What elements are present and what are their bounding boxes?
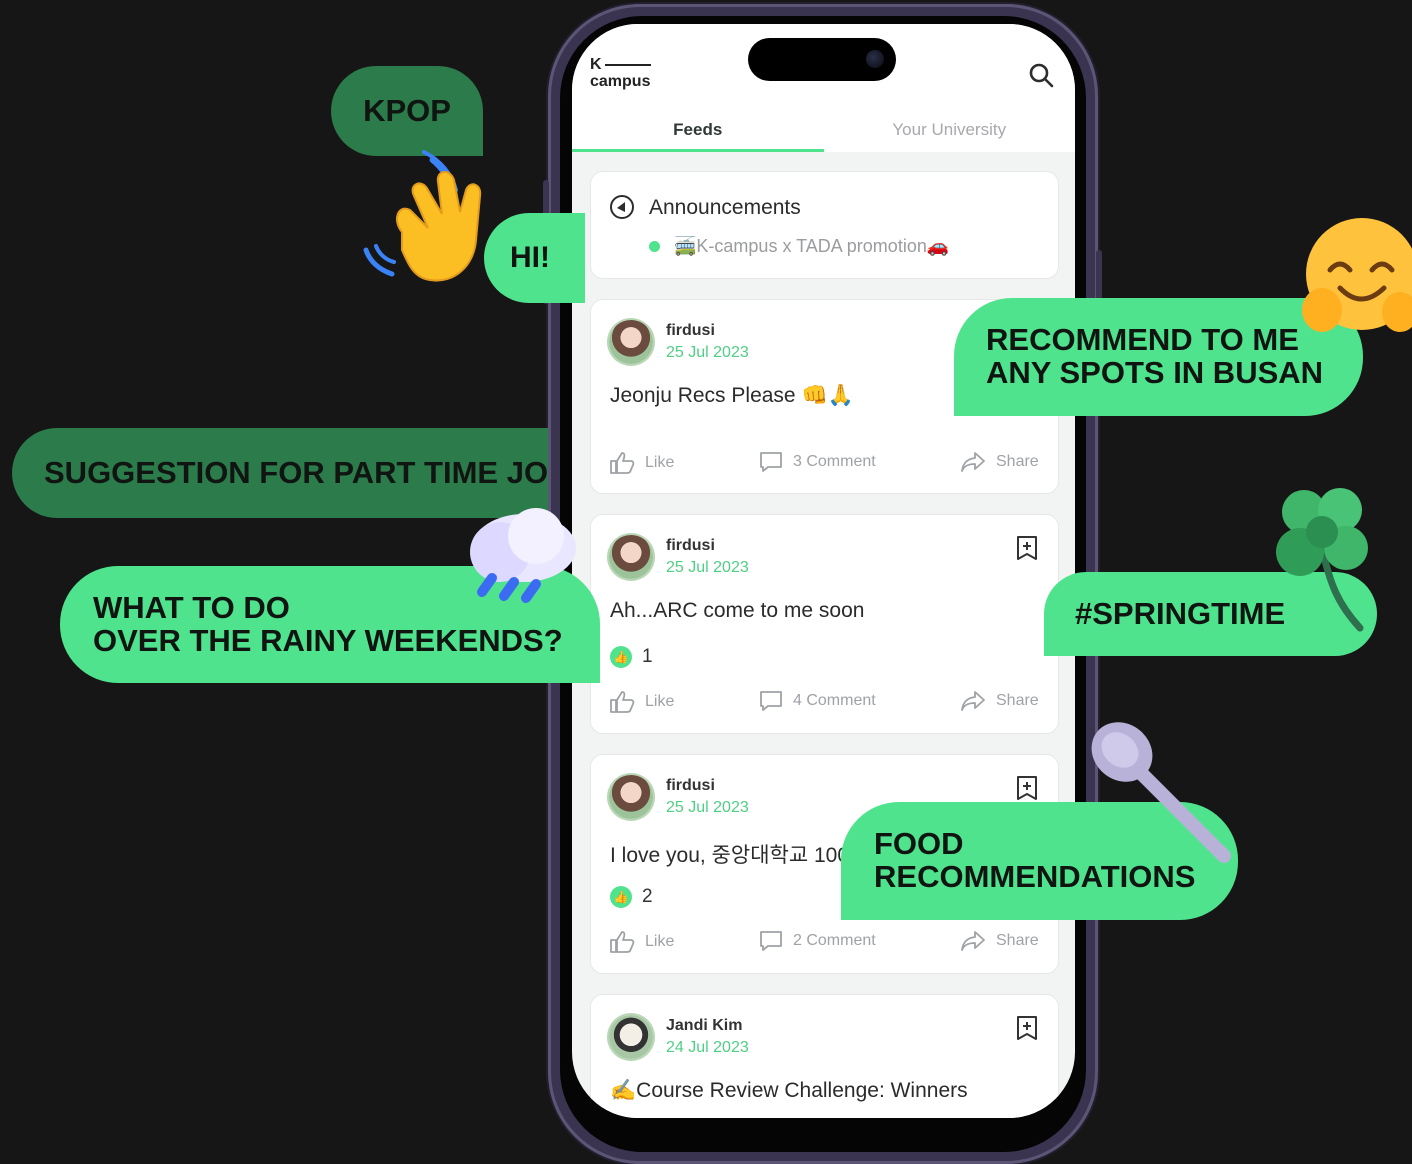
post-card[interactable]: firdusi 25 Jul 2023 Ah...ARC come to me … bbox=[591, 515, 1058, 733]
comment-button[interactable]: 4 Comment bbox=[759, 690, 876, 712]
app-screen: K campus Feeds Your University Announcem… bbox=[572, 24, 1075, 1118]
post-date: 25 Jul 2023 bbox=[666, 799, 749, 816]
announcements-card[interactable]: Announcements 🚎K-campus x TADA promotion… bbox=[591, 172, 1058, 278]
share-icon bbox=[961, 452, 985, 472]
post-text[interactable]: I love you, 중앙대학교 100 bbox=[610, 839, 849, 869]
megaphone-icon bbox=[610, 195, 634, 219]
like-button[interactable]: Like bbox=[609, 690, 674, 714]
post-date: 24 Jul 2023 bbox=[666, 1039, 749, 1056]
bookmark-add-icon[interactable] bbox=[1016, 775, 1038, 801]
search-icon[interactable] bbox=[1028, 62, 1054, 88]
like-count: 👍 1 bbox=[610, 646, 653, 668]
like-button[interactable]: Like bbox=[609, 930, 674, 954]
like-button[interactable]: Like bbox=[609, 451, 674, 475]
thumbs-up-icon bbox=[610, 931, 635, 953]
share-icon bbox=[961, 931, 985, 951]
post-actions: Like 4 Comment Share bbox=[609, 690, 1039, 718]
post-author[interactable]: firdusi bbox=[666, 322, 715, 340]
spoon-icon bbox=[1091, 722, 1231, 863]
post-actions: Like 3 Comment Share bbox=[609, 451, 1039, 479]
comment-icon bbox=[760, 691, 782, 711]
bookmark-add-icon[interactable] bbox=[1016, 535, 1038, 561]
k-campus-logo[interactable]: K campus bbox=[590, 56, 651, 90]
phone-side-button bbox=[543, 180, 549, 216]
share-button[interactable]: Share bbox=[960, 690, 1039, 712]
post-text[interactable]: ✍️Course Review Challenge: Winners bbox=[610, 1079, 968, 1103]
tab-feeds[interactable]: Feeds bbox=[572, 114, 824, 152]
rain-cloud-icon bbox=[470, 508, 576, 603]
bubble-kpop: KPOP bbox=[331, 66, 483, 156]
new-dot bbox=[649, 241, 660, 252]
post-text[interactable]: Jeonju Recs Please 👊🙏 bbox=[610, 384, 854, 408]
feed-tabs: Feeds Your University bbox=[572, 114, 1075, 152]
hugging-face-icon bbox=[1302, 218, 1412, 332]
comment-icon bbox=[760, 452, 782, 472]
avatar[interactable] bbox=[609, 320, 653, 364]
avatar[interactable] bbox=[609, 1015, 653, 1059]
bookmark-add-icon[interactable] bbox=[1016, 1015, 1038, 1041]
like-count: 👍 2 bbox=[610, 886, 653, 908]
thumbs-up-icon bbox=[610, 691, 635, 713]
avatar[interactable] bbox=[609, 535, 653, 579]
announcements-title: Announcements bbox=[649, 196, 801, 219]
avatar[interactable] bbox=[609, 775, 653, 819]
bubble-part-time: SUGGESTION FOR PART TIME JO bbox=[12, 428, 548, 518]
thumbs-up-badge-icon: 👍 bbox=[610, 886, 632, 908]
post-actions: Like 2 Comment Share bbox=[609, 930, 1039, 958]
post-date: 25 Jul 2023 bbox=[666, 559, 749, 576]
thumbs-up-icon bbox=[610, 452, 635, 474]
post-author[interactable]: firdusi bbox=[666, 777, 715, 795]
thumbs-up-badge-icon: 👍 bbox=[610, 646, 632, 668]
share-button[interactable]: Share bbox=[960, 451, 1039, 473]
post-author[interactable]: firdusi bbox=[666, 537, 715, 555]
post-author[interactable]: Jandi Kim bbox=[666, 1017, 742, 1035]
comment-button[interactable]: 2 Comment bbox=[759, 930, 876, 952]
share-button[interactable]: Share bbox=[960, 930, 1039, 952]
tab-your-university[interactable]: Your University bbox=[824, 114, 1076, 152]
waving-hand-icon bbox=[363, 150, 482, 282]
post-text[interactable]: Ah...ARC come to me soon bbox=[610, 599, 864, 623]
post-date: 25 Jul 2023 bbox=[666, 344, 749, 361]
dynamic-island bbox=[748, 38, 896, 81]
announcement-item[interactable]: 🚎K-campus x TADA promotion🚗 bbox=[649, 236, 949, 257]
four-leaf-clover-icon bbox=[1276, 488, 1368, 632]
post-card[interactable]: Jandi Kim 24 Jul 2023 ✍️Course Review Ch… bbox=[591, 995, 1058, 1118]
share-icon bbox=[961, 691, 985, 711]
comment-button[interactable]: 3 Comment bbox=[759, 451, 876, 473]
comment-icon bbox=[760, 931, 782, 951]
